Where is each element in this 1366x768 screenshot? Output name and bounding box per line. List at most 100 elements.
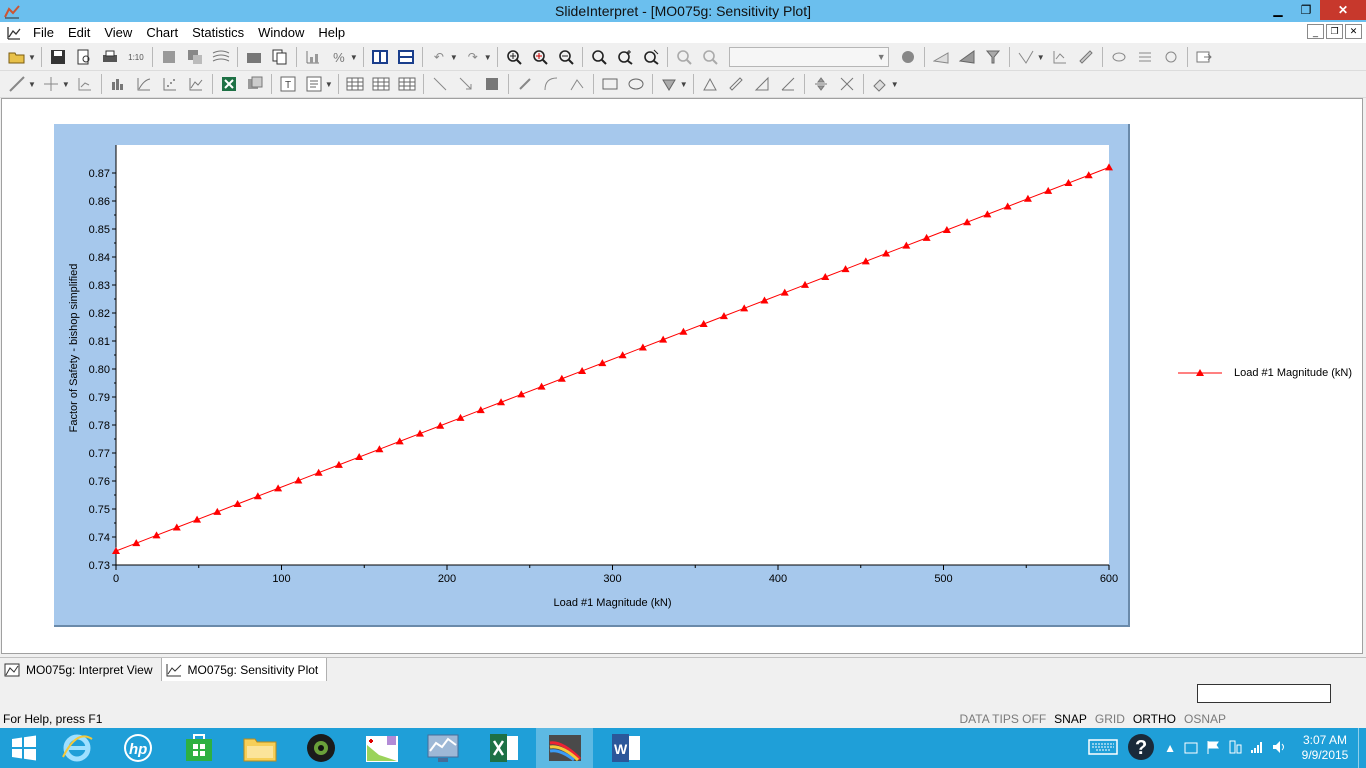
table-icon-3[interactable] [396,73,418,95]
zoom-all-icon[interactable] [503,46,525,68]
export-icon[interactable] [1193,46,1215,68]
save-icon[interactable] [47,46,69,68]
restore-button[interactable]: ❐ [1292,0,1320,20]
align-icon[interactable] [810,73,832,95]
close-button[interactable]: ✕ [1320,0,1366,20]
taskbar-hp[interactable]: hp [109,728,166,768]
sphere-icon[interactable] [897,46,919,68]
menu-edit[interactable]: Edit [61,25,97,40]
arc-icon[interactable] [540,73,562,95]
data-icon-1[interactable] [1108,46,1130,68]
taskbar-performance[interactable] [414,728,471,768]
zoom-extents-icon[interactable] [614,46,636,68]
help-icon[interactable]: ? [1126,732,1156,765]
print-preview-icon[interactable] [73,46,95,68]
command-input[interactable] [1197,684,1331,703]
copy-icon[interactable] [269,46,291,68]
slope-icon-2[interactable] [956,46,978,68]
magnifier-icon[interactable] [699,46,721,68]
open-icon[interactable] [6,46,28,68]
arrange-icon[interactable] [40,73,62,95]
ellipse-icon[interactable] [625,73,647,95]
protractor-icon[interactable] [777,73,799,95]
tile-horizontal-icon[interactable] [395,46,417,68]
pencil-icon[interactable] [514,73,536,95]
snap-toggle[interactable]: SNAP [1050,712,1091,726]
label-icon[interactable] [303,73,325,95]
lines-icon[interactable] [210,46,232,68]
edit-query-icon[interactable] [1075,46,1097,68]
sensitivity-icon[interactable] [185,73,207,95]
mdi-restore-button[interactable]: ❐ [1326,24,1343,39]
draw-box-filled-icon[interactable] [481,73,503,95]
rectangle-icon[interactable] [599,73,621,95]
cumulative-icon[interactable] [133,73,155,95]
tab-sensitivity-plot[interactable]: MO075g: Sensitivity Plot [161,658,328,681]
print-icon[interactable] [99,46,121,68]
undo-icon[interactable]: ↶ [428,46,450,68]
data-icon-3[interactable] [1160,46,1182,68]
menu-window[interactable]: Window [251,25,311,40]
copy-layout-icon[interactable] [184,46,206,68]
polyline-icon[interactable] [566,73,588,95]
grid-toggle[interactable]: GRID [1091,712,1129,726]
taskbar-webcam[interactable] [292,728,349,768]
axis-icon[interactable] [74,73,96,95]
percent-icon[interactable]: % [328,46,350,68]
filter-icon[interactable] [982,46,1004,68]
taskbar-excel[interactable] [475,728,532,768]
menu-chart[interactable]: Chart [139,25,185,40]
osnap-toggle[interactable]: OSNAP [1180,712,1230,726]
data-tips-toggle[interactable]: DATA TIPS OFF [955,712,1050,726]
menu-file[interactable]: File [26,25,61,40]
dimension-icon[interactable] [658,73,680,95]
mdi-minimize-button[interactable]: _ [1307,24,1324,39]
capture-icon[interactable] [243,46,265,68]
taskbar-file-explorer[interactable] [231,728,288,768]
document-icon[interactable] [6,25,22,41]
taskbar-store[interactable] [170,728,227,768]
copy-chart-icon[interactable] [244,73,266,95]
action-center-icon[interactable] [1184,740,1198,757]
slope-icon-1[interactable] [930,46,952,68]
redo-icon[interactable]: ↷ [462,46,484,68]
network-signal-icon[interactable] [1250,740,1264,757]
show-desktop-button[interactable] [1358,728,1366,768]
menu-help[interactable]: Help [311,25,352,40]
line-style-icon[interactable] [6,73,28,95]
devices-icon[interactable] [1228,740,1242,757]
ruler-icon[interactable] [725,73,747,95]
table-icon-1[interactable] [344,73,366,95]
page-setup-icon[interactable] [158,46,180,68]
menu-statistics[interactable]: Statistics [185,25,251,40]
pan-icon[interactable] [673,46,695,68]
eraser-icon[interactable] [869,73,891,95]
minimize-button[interactable]: ▁ [1264,0,1292,20]
flag-icon[interactable] [1206,740,1220,757]
text-box-icon[interactable]: T [277,73,299,95]
chart-options-icon[interactable] [302,46,324,68]
scale-icon[interactable]: 1:10 [125,46,147,68]
start-button[interactable] [0,728,48,768]
keyboard-icon[interactable] [1088,738,1118,759]
graph-icon[interactable] [1049,46,1071,68]
tile-vertical-icon[interactable] [369,46,391,68]
slope-angle-icon[interactable] [751,73,773,95]
taskbar-slide-interpret[interactable] [536,728,593,768]
taskbar-word[interactable]: W [597,728,654,768]
excel-export-icon[interactable] [218,73,240,95]
clock[interactable]: 3:07 AM 9/9/2015 [1292,733,1358,763]
show-hidden-icons-chevron-icon[interactable]: ▲ [1164,741,1176,755]
view-combo[interactable]: ▼ [728,47,889,67]
data-icon-2[interactable] [1134,46,1156,68]
zoom-out-icon[interactable] [555,46,577,68]
snap-grid-icon[interactable] [836,73,858,95]
ortho-toggle[interactable]: ORTHO [1129,712,1180,726]
scatter-icon[interactable] [159,73,181,95]
draw-line-icon[interactable] [429,73,451,95]
mdi-close-button[interactable]: ✕ [1345,24,1362,39]
menu-view[interactable]: View [97,25,139,40]
query-icon[interactable] [1015,46,1037,68]
histogram-icon[interactable] [107,73,129,95]
taskbar-internet-explorer[interactable] [48,728,105,768]
